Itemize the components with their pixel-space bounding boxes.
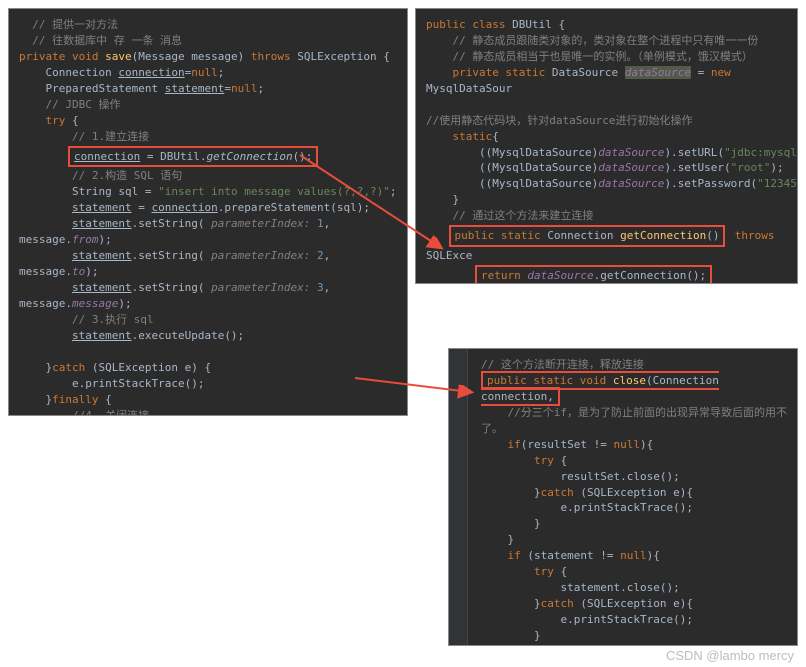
arrow-getconnection	[0, 0, 806, 667]
watermark: CSDN @lambo mercy	[666, 648, 794, 663]
